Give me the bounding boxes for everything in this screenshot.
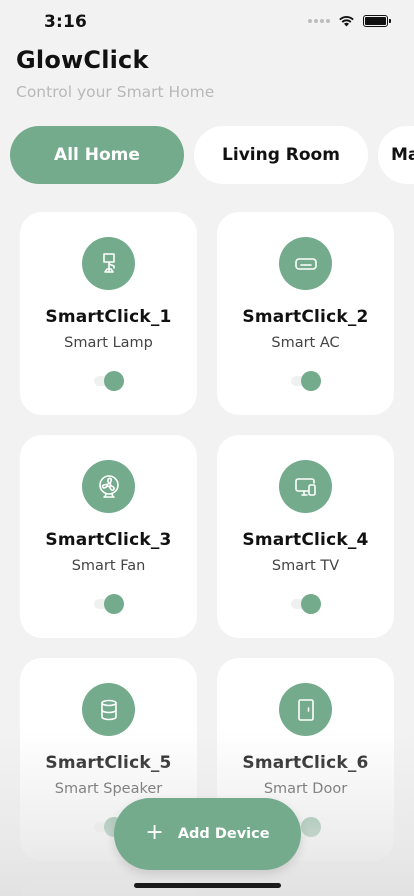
device-icon-badge (279, 237, 332, 290)
device-type: Smart Fan (71, 558, 146, 574)
device-type: Smart Speaker (54, 781, 163, 797)
room-tabs: All Home Living Room Mas (10, 126, 414, 184)
device-icon-badge (82, 683, 135, 736)
status-time: 3:16 (44, 12, 88, 32)
device-icon-badge (82, 460, 135, 513)
device-power-toggle[interactable] (94, 371, 124, 391)
device-card-4[interactable]: SmartClick_4 Smart TV (217, 435, 394, 638)
app-title: GlowClick (16, 46, 149, 74)
device-card-2[interactable]: SmartClick_2 Smart AC (217, 212, 394, 415)
home-screen: 3:16 GlowClick Control your Smart Home A… (0, 0, 414, 896)
device-card-1[interactable]: SmartClick_1 Smart Lamp (20, 212, 197, 415)
add-device-button[interactable]: + Add Device (114, 798, 301, 870)
status-bar: 3:16 (0, 0, 414, 44)
tab-living-room[interactable]: Living Room (194, 126, 368, 184)
device-name: SmartClick_2 (242, 307, 369, 327)
device-type: Smart TV (271, 558, 340, 574)
tab-all-home[interactable]: All Home (10, 126, 184, 184)
device-icon-badge (279, 460, 332, 513)
tab-master[interactable]: Mas (378, 126, 414, 184)
device-name: SmartClick_6 (242, 753, 369, 773)
device-type: Smart Door (263, 781, 348, 797)
device-icon-badge (82, 237, 135, 290)
device-icon-badge (279, 683, 332, 736)
add-device-label: Add Device (177, 826, 270, 842)
device-type: Smart AC (271, 335, 340, 351)
door-icon (297, 698, 314, 721)
tv-icon (294, 477, 316, 496)
device-name: SmartClick_3 (45, 530, 172, 550)
fan-icon (98, 474, 119, 498)
device-power-toggle[interactable] (94, 594, 124, 614)
status-icons (308, 15, 391, 27)
wifi-icon (339, 16, 354, 27)
device-name: SmartClick_1 (45, 307, 172, 327)
app-subtitle: Control your Smart Home (16, 83, 215, 101)
plus-icon: + (145, 819, 164, 845)
device-type: Smart Lamp (64, 335, 153, 351)
device-name: SmartClick_4 (242, 530, 369, 550)
cellular-dots-icon (308, 19, 330, 23)
device-card-3[interactable]: SmartClick_3 Smart Fan (20, 435, 197, 638)
battery-icon (363, 15, 391, 27)
device-power-toggle[interactable] (291, 594, 321, 614)
home-indicator (134, 883, 281, 888)
device-power-toggle[interactable] (291, 371, 321, 391)
lamp-icon (102, 252, 115, 273)
device-name: SmartClick_5 (45, 753, 172, 773)
air-conditioner-icon (294, 257, 317, 270)
speaker-icon (100, 699, 117, 720)
